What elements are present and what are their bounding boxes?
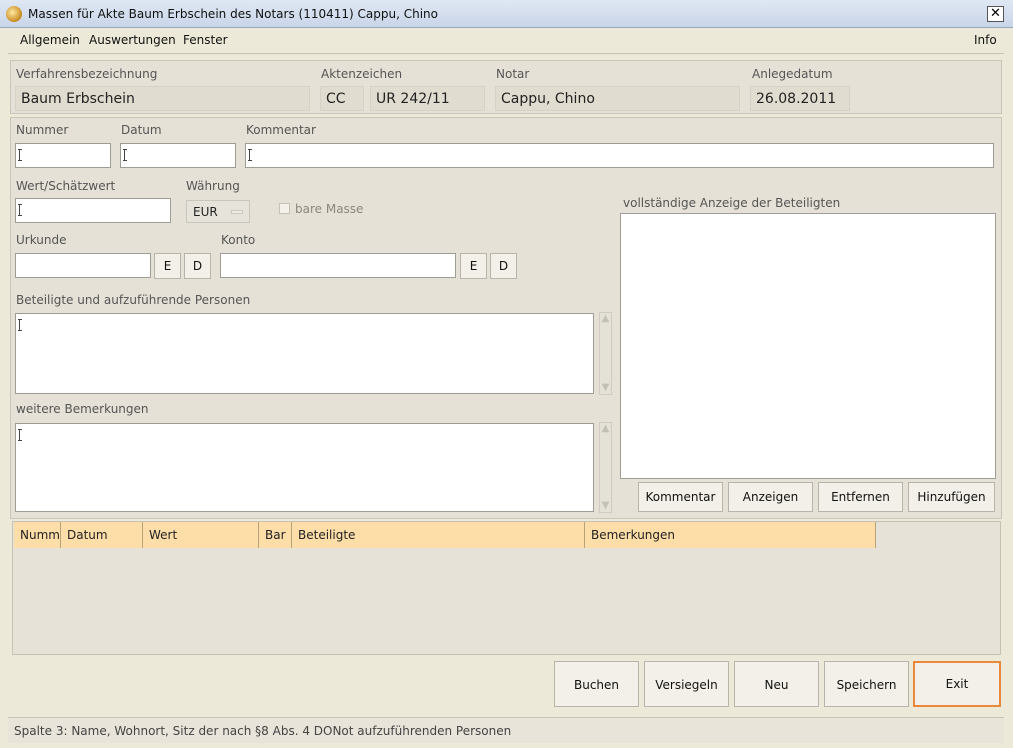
wert-label: Wert/Schätzwert (16, 179, 116, 193)
title-bar: Massen für Akte Baum Erbschein des Notar… (0, 0, 1013, 28)
beteiligte-anzeige-list[interactable] (620, 213, 996, 479)
urkunde-input[interactable] (15, 253, 151, 278)
beteiligte-label: Beteiligte und aufzuführende Personen (16, 293, 251, 307)
exit-button-label: Exit (945, 677, 969, 691)
window-title: Massen für Akte Baum Erbschein des Notar… (28, 7, 438, 21)
scroll-down-icon[interactable]: ▼ (600, 382, 611, 394)
column-header-beteiligte[interactable]: Beteiligte (292, 522, 585, 548)
scroll-up-icon[interactable]: ▲ (600, 423, 611, 435)
menu-fenster[interactable]: Fenster (183, 33, 228, 47)
nummer-label: Nummer (16, 123, 69, 137)
versiegeln-button-label: Versiegeln (655, 678, 718, 692)
datum-input[interactable] (120, 143, 236, 168)
column-header-wert[interactable]: Wert (143, 522, 259, 548)
konto-e-button[interactable]: E (460, 253, 487, 279)
beteiligte-anzeige-label: vollständige Anzeige der Beteiligten (623, 196, 841, 210)
anlege-label: Anlegedatum (752, 67, 833, 81)
waehrung-label: Währung (186, 179, 240, 193)
hinzufuegen-button-label: Hinzufügen (917, 490, 986, 504)
nummer-input[interactable] (15, 143, 111, 168)
dropdown-icon (231, 210, 243, 214)
speichern-button-label: Speichern (836, 678, 897, 692)
waehrung-select[interactable]: EUR (186, 200, 250, 223)
konto-input[interactable] (220, 253, 456, 278)
entfernen-button[interactable]: Entfernen (818, 482, 903, 512)
exit-button[interactable]: Exit (913, 661, 1001, 707)
waehrung-value: EUR (193, 205, 218, 219)
datum-label: Datum (121, 123, 162, 137)
urkunde-label: Urkunde (16, 233, 67, 247)
menu-info[interactable]: Info (974, 33, 997, 47)
urkunde-d-button[interactable]: D (184, 253, 211, 279)
menu-allgemein[interactable]: Allgemein (20, 33, 80, 47)
verfahren-label: Verfahrensbezeichnung (16, 67, 158, 81)
kommentar-button-label: Kommentar (645, 490, 716, 504)
column-header-bemerkungen[interactable]: Bemerkungen (585, 522, 876, 548)
urkunde-e-button[interactable]: E (154, 253, 181, 279)
scroll-up-icon[interactable]: ▲ (600, 313, 611, 325)
kommentar-label: Kommentar (246, 123, 316, 137)
bare-masse-label: bare Masse (295, 202, 364, 216)
verfahren-field: Baum Erbschein (15, 86, 310, 111)
akten-label: Aktenzeichen (321, 67, 403, 81)
bemerkungen-scrollbar[interactable]: ▲ ▼ (599, 422, 612, 513)
anzeigen-button-label: Anzeigen (742, 490, 799, 504)
column-header-datum[interactable]: Datum (61, 522, 143, 548)
scroll-down-icon[interactable]: ▼ (600, 500, 611, 512)
notar-label: Notar (496, 67, 530, 81)
akten-number-field: UR 242/11 (370, 86, 485, 111)
bemerkungen-textarea[interactable] (15, 423, 594, 512)
akten-court-field: CC (320, 86, 364, 111)
entfernen-button-label: Entfernen (831, 490, 890, 504)
konto-d-button[interactable]: D (490, 253, 517, 279)
anzeigen-button[interactable]: Anzeigen (728, 482, 813, 512)
buchen-button-label: Buchen (573, 678, 620, 692)
wert-input[interactable] (15, 198, 171, 223)
hinzufuegen-button[interactable]: Hinzufügen (908, 482, 995, 512)
versiegeln-button[interactable]: Versiegeln (644, 661, 729, 707)
kommentar-button[interactable]: Kommentar (638, 482, 723, 512)
app-icon (6, 6, 22, 22)
column-header-nummer[interactable]: Numm (14, 522, 61, 548)
bemerkungen-label: weitere Bemerkungen (16, 402, 149, 416)
beteiligte-textarea[interactable] (15, 313, 594, 394)
bare-masse-checkbox[interactable] (279, 203, 290, 214)
buchen-button[interactable]: Buchen (554, 661, 639, 707)
anlege-field: 26.08.2011 (750, 86, 850, 111)
konto-label: Konto (221, 233, 256, 247)
neu-button[interactable]: Neu (734, 661, 819, 707)
speichern-button[interactable]: Speichern (824, 661, 909, 707)
status-bar: Spalte 3: Name, Wohnort, Sitz der nach §… (8, 717, 1004, 743)
notar-field: Cappu, Chino (495, 86, 740, 111)
menu-auswertungen[interactable]: Auswertungen (89, 33, 176, 47)
neu-button-label: Neu (764, 678, 789, 692)
column-header-bar[interactable]: Bar (259, 522, 292, 548)
close-icon[interactable]: ✕ (987, 6, 1004, 22)
kommentar-input[interactable] (245, 143, 994, 168)
beteiligte-scrollbar[interactable]: ▲ ▼ (599, 312, 612, 395)
